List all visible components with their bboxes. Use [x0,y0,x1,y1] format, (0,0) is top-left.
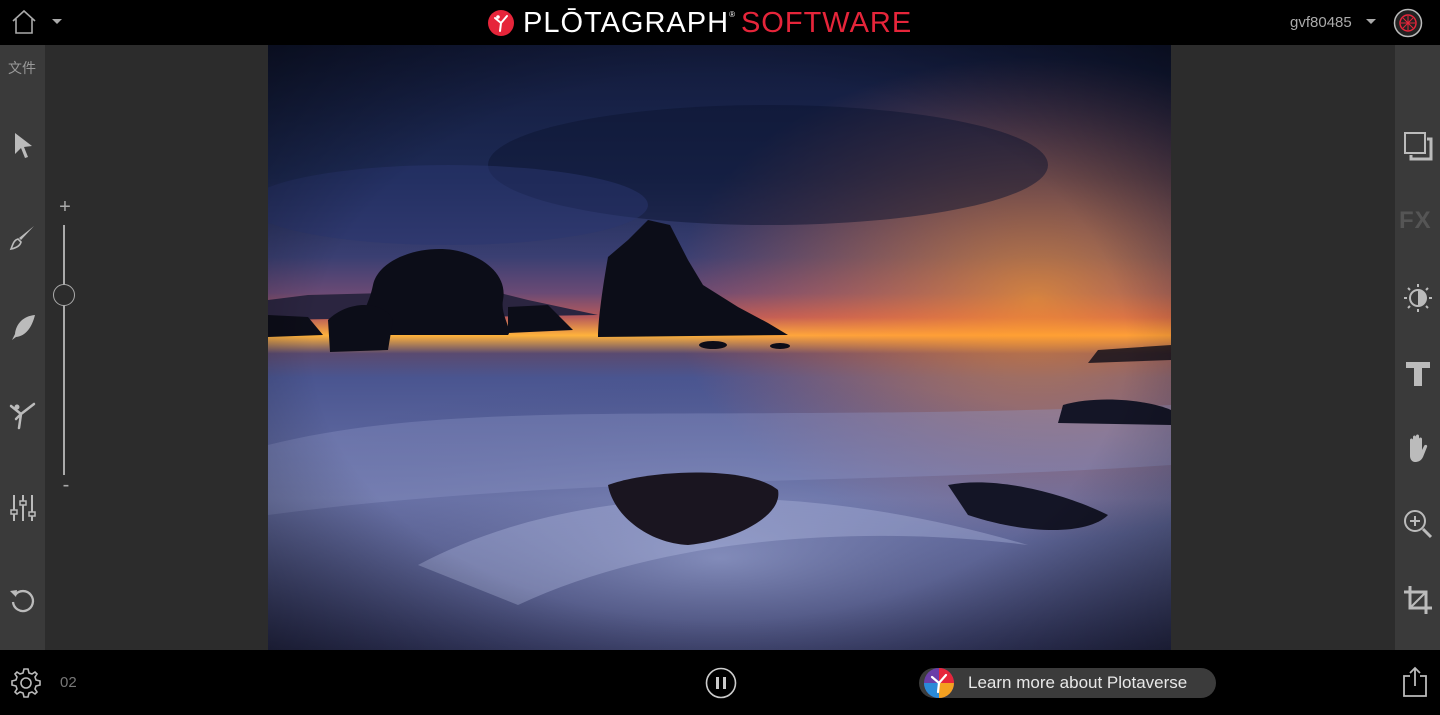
animate-figure-icon[interactable] [8,400,38,430]
seascape-image [268,45,1171,650]
plotaverse-logo-icon [924,668,954,698]
registered-mark: ® [729,10,735,19]
paintbrush-icon[interactable] [8,222,38,252]
avatar[interactable] [1393,8,1423,38]
zoom-in-icon[interactable] [1402,508,1434,540]
username[interactable]: gvf80485 [1290,14,1352,31]
size-slider-handle[interactable] [53,284,75,306]
photo-canvas[interactable] [268,45,1171,650]
size-slider-track[interactable] [63,225,65,475]
logo-wordmark: PLŌTAGRAPH [523,6,730,39]
text-icon[interactable] [1402,357,1434,389]
learn-more-label: Learn more about Plotaverse [968,673,1188,692]
brightness-icon[interactable] [1402,282,1434,314]
adjust-sliders-icon[interactable] [8,493,38,523]
gear-icon[interactable] [10,667,42,699]
logo-software-label: SOFTWARE [740,6,913,39]
pause-icon[interactable] [705,667,737,699]
learn-more-button[interactable]: Learn more about Plotaverse [919,668,1216,698]
layers-icon[interactable] [1402,130,1434,162]
share-export-icon[interactable] [1400,666,1430,698]
fx-button[interactable]: FX [1399,207,1432,235]
select-arrow-icon[interactable] [8,130,38,160]
size-increase-button[interactable]: + [57,196,73,219]
frame-count: 02 [60,674,77,691]
feather-icon[interactable] [8,312,38,342]
user-menu-chevron-icon[interactable] [1364,14,1378,28]
crop-icon[interactable] [1402,584,1434,616]
home-icon[interactable] [10,8,38,36]
reset-icon[interactable] [8,585,38,615]
size-decrease-button[interactable]: - [58,474,74,497]
plotagraph-logo-icon [488,10,514,36]
app-logo: PLŌTAGRAPH ® SOFTWARE [487,6,912,40]
chevron-down-icon[interactable] [50,14,64,28]
hand-pan-icon[interactable] [1402,432,1434,464]
file-menu[interactable]: 文件 [8,58,36,78]
